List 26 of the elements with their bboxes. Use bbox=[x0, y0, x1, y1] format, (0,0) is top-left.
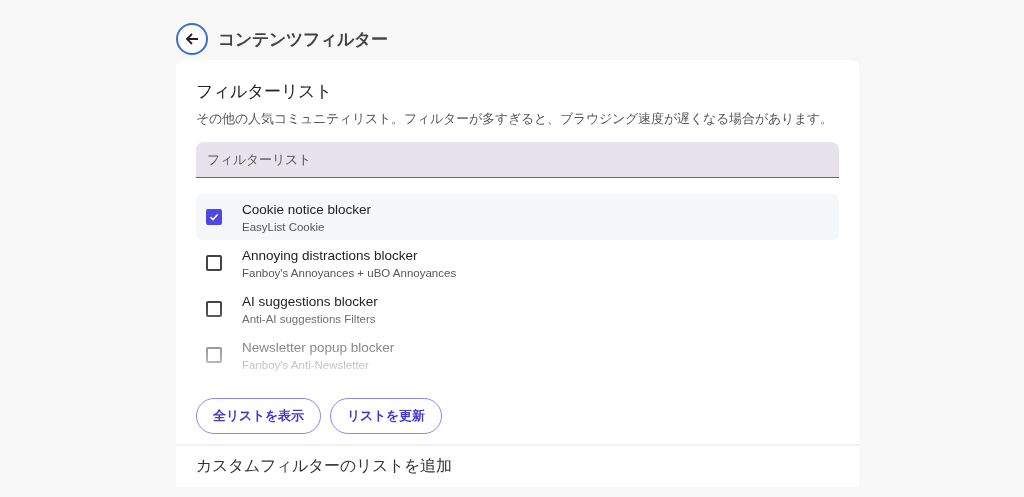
back-arrow-icon bbox=[184, 31, 200, 47]
filter-source: Anti-AI suggestions Filters bbox=[242, 312, 377, 325]
filter-source: Fanboy's Annoyances + uBO Annoyances bbox=[242, 266, 457, 279]
checkbox[interactable] bbox=[206, 301, 222, 317]
filter-list-item[interactable]: Annoying distractions blocker Fanboy's Annoyances + uBO Annoyances bbox=[196, 240, 839, 286]
section-description: その他の人気コミュニティリスト。フィルターが多すぎると、ブラウジング速度が遅くなる場合があります。 bbox=[196, 111, 834, 128]
page-title: コンテンツフィルター bbox=[218, 28, 388, 51]
filter-name: AI suggestions blocker bbox=[242, 293, 378, 309]
filter-list-item[interactable]: Cookie notice blocker EasyList Cookie bbox=[196, 194, 839, 240]
filter-source: Fanboy's Anti-Newsletter bbox=[242, 358, 370, 371]
filter-name: Newsletter popup blocker bbox=[242, 339, 395, 355]
section-title: カスタムフィルターのリストを追加 bbox=[196, 457, 452, 474]
check-icon bbox=[209, 212, 219, 222]
filter-name: Annoying distractions blocker bbox=[242, 247, 419, 263]
back-button[interactable] bbox=[176, 23, 208, 55]
update-lists-button[interactable]: リストを更新 bbox=[330, 398, 442, 434]
checkbox[interactable] bbox=[206, 255, 222, 271]
search-field[interactable]: フィルターリスト bbox=[196, 142, 839, 178]
filter-list-item[interactable]: Newsletter popup blocker Fanboy's Anti-Newsletter bbox=[196, 332, 839, 378]
checkbox[interactable] bbox=[206, 347, 222, 363]
show-all-lists-button[interactable]: 全リストを表示 bbox=[196, 398, 321, 434]
filter-list-item[interactable]: AI suggestions blocker Anti-AI suggestions Filters bbox=[196, 286, 839, 332]
checkbox[interactable] bbox=[206, 209, 222, 225]
filter-name: Cookie notice blocker bbox=[242, 201, 372, 217]
section-title: フィルターリスト bbox=[196, 81, 332, 103]
filter-source: EasyList Cookie bbox=[242, 220, 326, 233]
